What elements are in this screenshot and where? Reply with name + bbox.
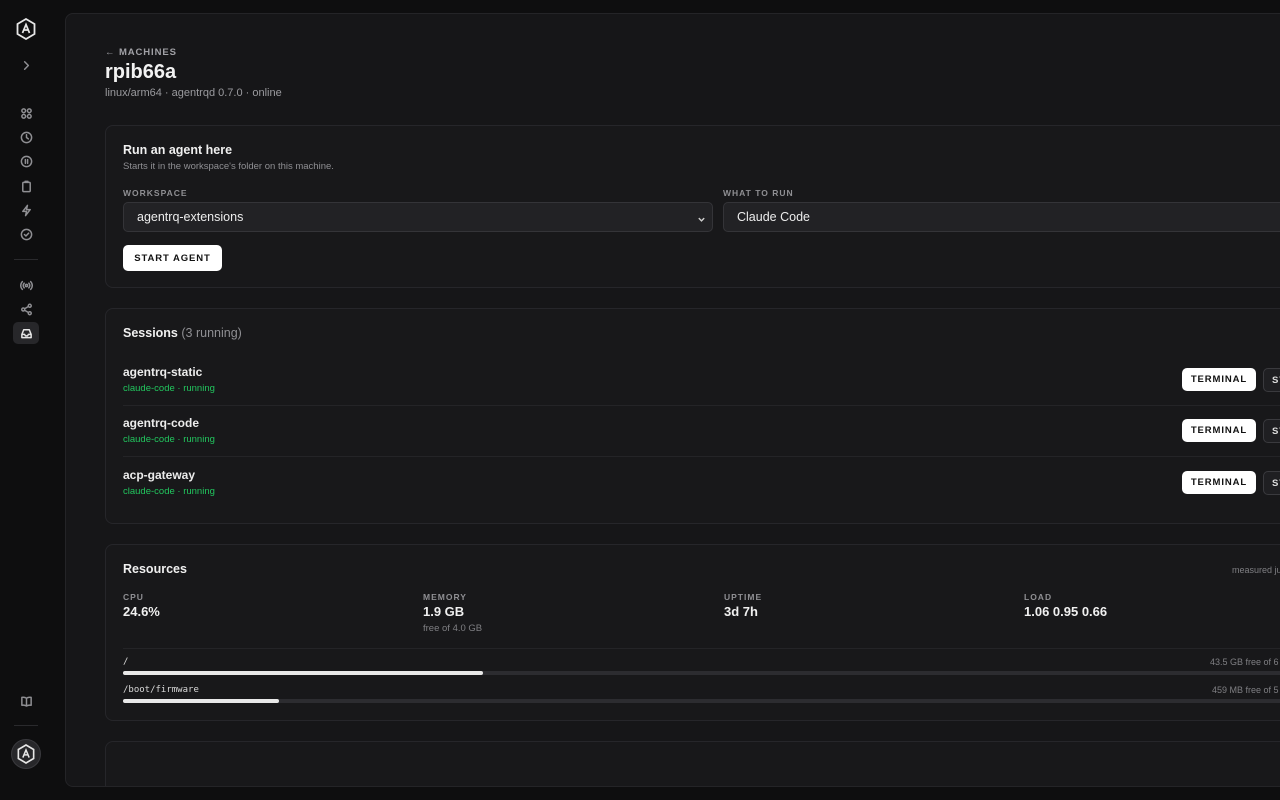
bolt-icon[interactable] [13, 199, 39, 221]
book-icon[interactable] [13, 690, 39, 712]
resources-title: Resources [123, 562, 187, 576]
load-value: 1.06 0.95 0.66 [1024, 604, 1108, 619]
disk-usage-fill [123, 671, 483, 675]
session-status: claude-code · running [123, 434, 215, 445]
terminal-button[interactable]: TERMINAL [1182, 471, 1256, 494]
session-name[interactable]: agentrq-static [123, 365, 202, 379]
terminal-button[interactable]: TERMINAL [1182, 419, 1256, 442]
page-title: rpib66a [105, 61, 177, 83]
sessions-title-text: Sessions [123, 326, 178, 340]
what-to-run-label: WHAT TO RUN [723, 188, 794, 198]
main-panel: ← MACHINES rpib66a linux/arm64 · agentrq… [65, 13, 1280, 787]
row-divider [123, 405, 1280, 406]
disk-usage-bar [123, 699, 1280, 703]
sidebar [0, 0, 52, 800]
mount-free: 459 MB free of 5 [1212, 685, 1279, 695]
sidebar-divider-bottom [14, 725, 38, 726]
memory-label: MEMORY [423, 592, 467, 602]
what-to-run-select[interactable]: Claude Code [723, 202, 1280, 232]
uptime-label: UPTIME [724, 592, 763, 602]
session-status: claude-code · running [123, 486, 215, 497]
page-subtitle: linux/arm64 · agentrqd 0.7.0 · online [105, 87, 282, 99]
stop-button[interactable]: ST [1263, 419, 1280, 443]
back-to-machines-link[interactable]: ← MACHINES [105, 47, 177, 58]
run-agent-card: Run an agent here Starts it in the works… [105, 125, 1280, 288]
mount-path: /boot/firmware [123, 685, 199, 695]
avatar[interactable] [11, 739, 41, 769]
workspace-select-value: agentrq-extensions [137, 210, 244, 224]
measured-timestamp: measured ju [1232, 565, 1280, 575]
disk-usage-fill [123, 699, 279, 703]
workspace-select[interactable]: agentrq-extensions [123, 202, 713, 232]
memory-value: 1.9 GB [423, 604, 465, 619]
uptime-value: 3d 7h [724, 604, 758, 619]
pause-circle-icon[interactable] [13, 150, 39, 172]
session-name[interactable]: agentrq-code [123, 416, 199, 430]
start-agent-button[interactable]: START AGENT [123, 245, 222, 271]
terminal-button[interactable]: TERMINAL [1182, 368, 1256, 391]
sidebar-divider [14, 259, 38, 260]
sessions-title: Sessions (3 running) [123, 326, 242, 340]
stop-button[interactable]: ST [1263, 368, 1280, 392]
session-name[interactable]: acp-gateway [123, 468, 195, 482]
sessions-card: Sessions (3 running) agentrq-static clau… [105, 308, 1280, 524]
load-label: LOAD [1024, 592, 1053, 602]
what-to-run-select-value: Claude Code [737, 210, 810, 224]
share-icon[interactable] [13, 298, 39, 320]
chevron-down-icon [697, 213, 706, 222]
memory-note: free of 4.0 GB [423, 623, 483, 634]
mount-path: / [123, 657, 129, 667]
sessions-count: (3 running) [181, 326, 242, 340]
broadcast-icon[interactable] [13, 274, 39, 296]
inbox-icon[interactable] [13, 322, 39, 344]
workspace-label: WORKSPACE [123, 188, 188, 198]
row-divider [123, 456, 1280, 457]
run-agent-title: Run an agent here [123, 143, 233, 157]
stop-button[interactable]: ST [1263, 471, 1280, 495]
next-card [105, 741, 1280, 786]
grid-icon[interactable] [13, 102, 39, 124]
mount-free: 43.5 GB free of 6 [1210, 657, 1279, 667]
avatar-logo-icon [17, 744, 35, 764]
row-divider [123, 648, 1280, 649]
clock-icon[interactable] [13, 126, 39, 148]
session-status: claude-code · running [123, 383, 215, 394]
run-agent-subtitle: Starts it in the workspace's folder on t… [123, 161, 334, 172]
resources-card: Resources measured ju CPU 24.6% MEMORY 1… [105, 544, 1280, 721]
logo-icon[interactable] [16, 17, 36, 41]
clipboard-icon[interactable] [13, 175, 39, 197]
cpu-label: CPU [123, 592, 144, 602]
check-circle-icon[interactable] [13, 223, 39, 245]
disk-usage-bar [123, 671, 1280, 675]
expand-chevron-icon[interactable] [13, 54, 39, 76]
cpu-value: 24.6% [123, 604, 160, 619]
